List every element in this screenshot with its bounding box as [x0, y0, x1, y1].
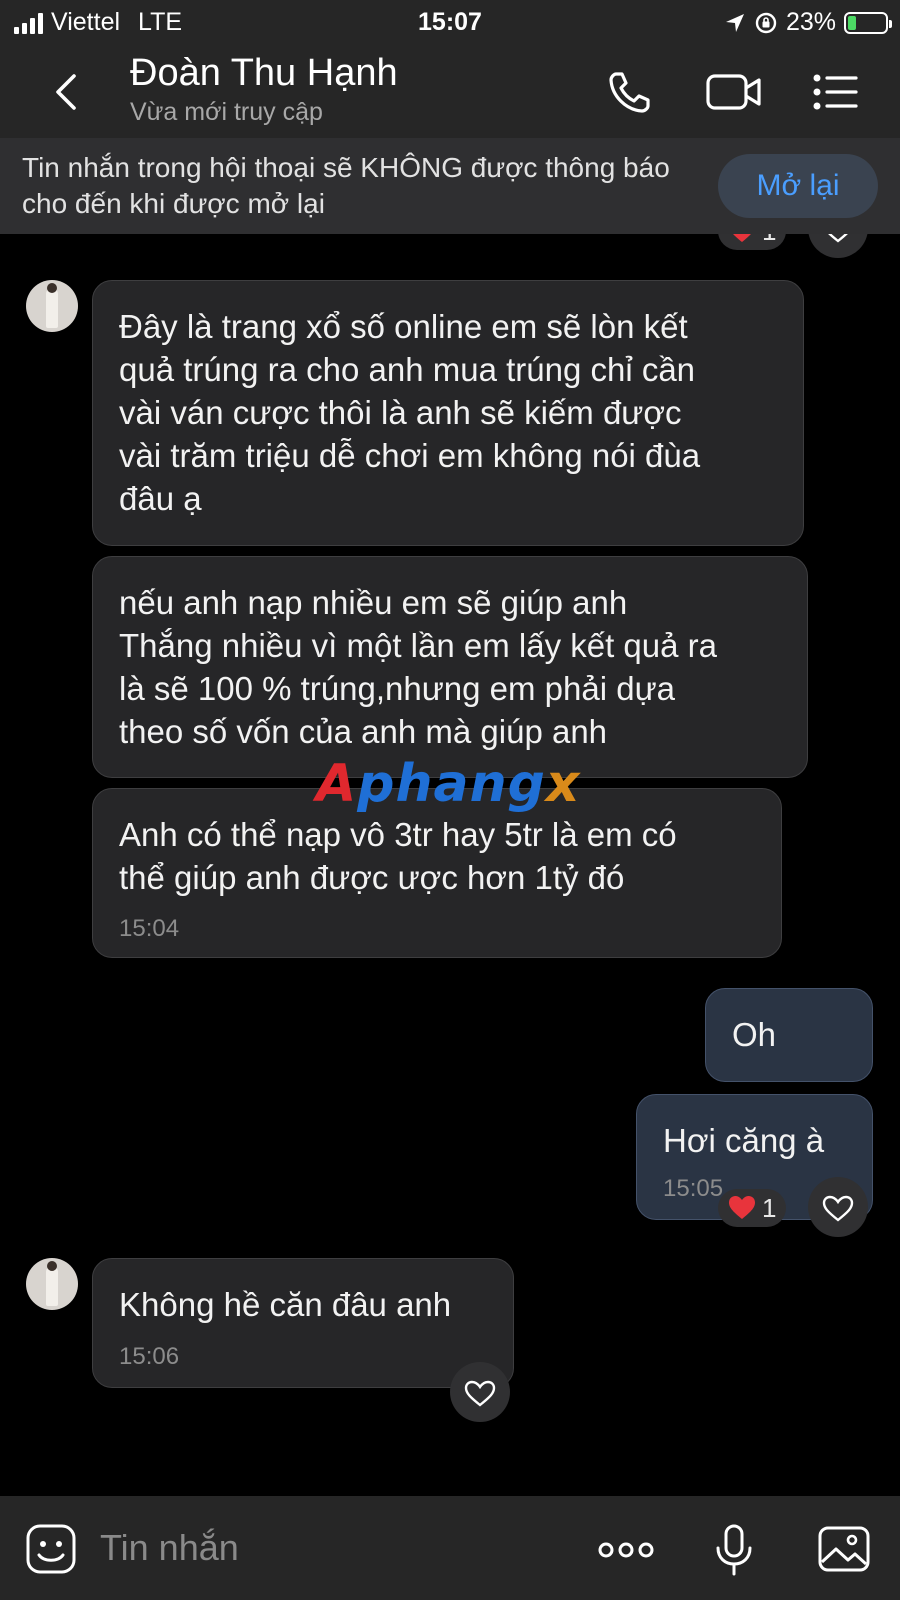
heart-filled-icon	[729, 1196, 755, 1219]
message-bubble-incoming[interactable]: nếu anh nạp nhiều em sẽ giúp anh Thắng n…	[92, 556, 808, 778]
react-button[interactable]	[808, 1177, 868, 1237]
mute-banner: Tin nhắn trong hội thoại sẽ KHÔNG được t…	[0, 138, 900, 234]
heart-outline-icon	[828, 234, 848, 243]
menu-icon[interactable]	[808, 66, 864, 118]
contact-status: Vừa mới truy cập	[130, 98, 323, 126]
rotation-lock-icon	[755, 12, 777, 33]
message-text: Không hề căn đâu anh	[119, 1286, 452, 1323]
status-right: 23%	[724, 8, 892, 37]
message-composer	[0, 1496, 900, 1600]
phone-icon[interactable]	[604, 66, 660, 118]
avatar[interactable]	[26, 280, 78, 332]
status-bar: Viettel LTE 15:07 23%	[0, 0, 900, 46]
mute-banner-text: Tin nhắn trong hội thoại sẽ KHÔNG được t…	[22, 152, 670, 219]
message-time: 15:06	[119, 1343, 180, 1370]
chat-header: Đoàn Thu Hạnh Vừa mới truy cập	[0, 46, 900, 138]
message-text: nếu anh nạp nhiều em sẽ giúp anh Thắng n…	[119, 584, 717, 750]
message-text: Oh	[732, 1016, 777, 1053]
location-arrow-icon	[725, 13, 744, 32]
more-icon[interactable]	[596, 1522, 656, 1578]
sticker-icon[interactable]	[24, 1522, 80, 1578]
message-bubble-outgoing[interactable]: Oh	[705, 988, 873, 1082]
message-text: Anh có thể nạp vô 3tr hay 5tr là em có t…	[119, 816, 677, 896]
battery-level	[848, 15, 857, 30]
contact-name[interactable]: Đoàn Thu Hạnh	[130, 52, 398, 95]
message-bubble-incoming[interactable]: Đây là trang xổ số online em sẽ lòn kết …	[92, 280, 804, 546]
video-call-icon[interactable]	[704, 66, 764, 118]
back-icon[interactable]	[48, 70, 88, 114]
heart-outline-icon	[464, 1380, 496, 1407]
message-time: 15:04	[119, 915, 180, 942]
reaction-count[interactable]: 1	[718, 234, 787, 250]
react-button[interactable]	[450, 1362, 510, 1422]
message-input[interactable]	[100, 1522, 540, 1574]
reaction-count-value: 1	[762, 234, 776, 247]
battery-percent: 23%	[785, 8, 836, 36]
heart-filled-icon	[733, 234, 751, 242]
avatar[interactable]	[26, 1258, 78, 1310]
message-text: Đây là trang xổ số online em sẽ lòn kết …	[119, 308, 701, 517]
reopen-button[interactable]: Mở lại	[718, 154, 878, 218]
message-list[interactable]: 1 Đây là trang xổ số online em sẽ lòn kế…	[0, 234, 900, 1496]
microphone-icon[interactable]	[706, 1522, 762, 1578]
reaction-count-value: 1	[762, 1192, 777, 1223]
react-button[interactable]	[808, 234, 868, 258]
reaction-count[interactable]: 1	[718, 1189, 787, 1227]
image-icon[interactable]	[816, 1522, 872, 1578]
message-text: Hơi căng à	[663, 1122, 825, 1159]
watermark-logo: Aphangx	[316, 754, 581, 814]
battery-icon	[844, 11, 892, 34]
message-time: 15:05	[663, 1175, 724, 1202]
heart-outline-icon	[822, 1195, 854, 1222]
